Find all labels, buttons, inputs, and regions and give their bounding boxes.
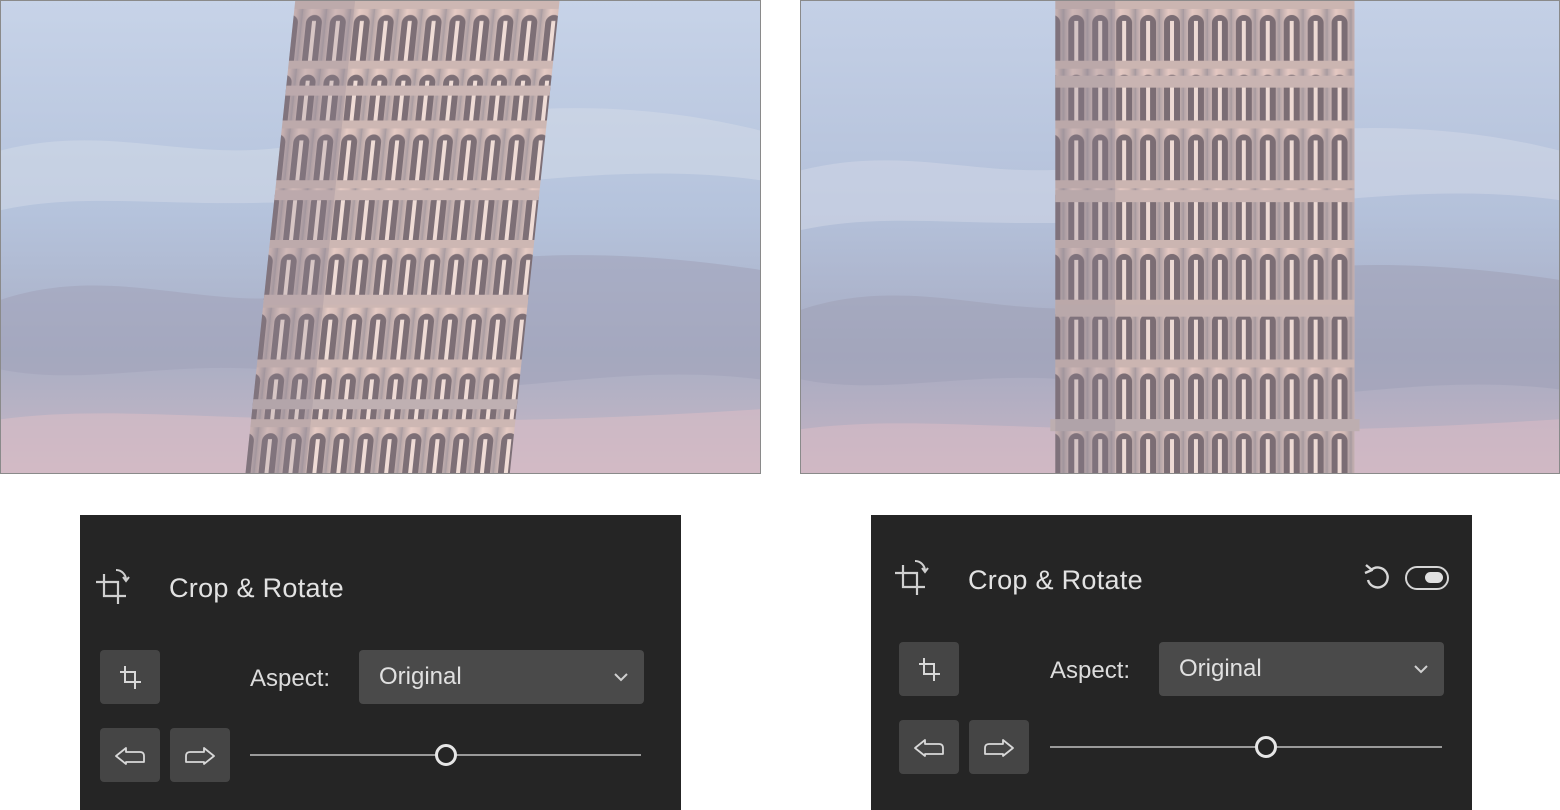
aspect-select[interactable]: Original: [1159, 642, 1444, 696]
chevron-down-icon: [1414, 665, 1428, 674]
rotate-left-icon: [914, 739, 944, 757]
aspect-select[interactable]: Original: [359, 650, 644, 704]
rotate-left-button[interactable]: [899, 720, 959, 774]
aspect-label: Aspect:: [1050, 657, 1131, 684]
crop-rotate-panel-before: Crop & Rotate Aspect: Original: [80, 515, 681, 810]
straighten-slider-thumb[interactable]: [434, 744, 457, 766]
chevron-down-icon: [614, 673, 628, 682]
crop-icon: [120, 666, 141, 689]
panel-title: Crop & Rotate: [968, 565, 1143, 595]
rotate-right-icon: [984, 739, 1014, 757]
straighten-slider-track[interactable]: [1050, 746, 1442, 748]
rotate-right-button[interactable]: [969, 720, 1029, 774]
aspect-label: Aspect:: [250, 665, 331, 692]
toggle-knob: [1425, 572, 1443, 583]
crop-button[interactable]: [100, 650, 160, 704]
toggle-switch[interactable]: [1405, 566, 1449, 590]
photo-before: [0, 0, 761, 474]
panel-title: Crop & Rotate: [169, 573, 344, 603]
rotate-left-icon: [115, 747, 145, 765]
aspect-select-value: Original: [379, 663, 462, 690]
rotate-left-button[interactable]: [100, 728, 160, 782]
crop-rotate-icon: [895, 560, 929, 595]
crop-icon: [919, 658, 940, 681]
crop-button[interactable]: [899, 642, 959, 696]
rotate-right-icon: [185, 747, 215, 765]
aspect-select-value: Original: [1179, 655, 1262, 682]
crop-rotate-icon: [96, 569, 130, 604]
photo-after: [800, 0, 1560, 474]
reset-icon[interactable]: [1361, 562, 1391, 592]
rotate-right-button[interactable]: [170, 728, 230, 782]
crop-rotate-panel-after: Crop & Rotate Aspect: Original: [871, 515, 1472, 810]
straighten-slider-thumb[interactable]: [1254, 736, 1277, 758]
